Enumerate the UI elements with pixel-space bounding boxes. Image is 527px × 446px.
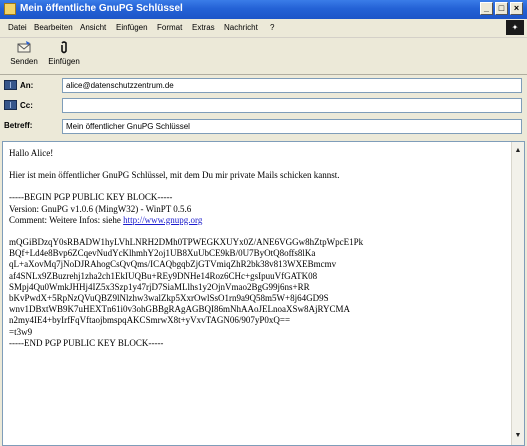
key-line: qL+aXovMq7jNoDJRAhogCsQvQms/ICAQbgqbZjGT… — [9, 259, 337, 270]
key-line: =t3w9 — [9, 326, 33, 337]
menu-ansicht[interactable]: Ansicht — [80, 23, 106, 32]
pgp-begin-line: -----BEGIN PGP PUBLIC KEY BLOCK----- — [9, 192, 173, 203]
address-book-icon — [4, 100, 17, 110]
menu-bearbeiten[interactable]: Bearbeiten — [34, 23, 73, 32]
subject-field[interactable]: Mein öffentlicher GnuPG Schlüssel — [62, 119, 522, 134]
key-line: BQf+Ld4e8Bvp6ZCqevNudYcKlhmhY2oj1UB8XuUb… — [9, 248, 316, 259]
maximize-button[interactable]: □ — [495, 2, 508, 15]
to-label-wrap[interactable]: An: — [4, 80, 33, 90]
key-line: af4SNLx9ZBuzrehj1zha2ch1EkIUQBu+REy9DNHe… — [9, 270, 318, 281]
to-label: An: — [20, 80, 34, 90]
title-bar[interactable]: Mein öffentliche GnuPG Schlüssel _ □ × — [0, 0, 527, 19]
pgp-end-line: -----END PGP PUBLIC KEY BLOCK----- — [9, 337, 164, 348]
menu-extras[interactable]: Extras — [192, 23, 215, 32]
message-body[interactable]: Hallo Alice! Hier ist mein öffentlicher … — [9, 148, 505, 349]
windows-logo-icon: ✦ — [506, 20, 524, 35]
pgp-comment-line: Comment: Weitere Infos: siehe http://www… — [9, 215, 505, 226]
key-line: SMpj4Qu0WmkJHHj4IZ5x3Szp1y47rjD7SiaMLlhs… — [9, 281, 310, 292]
paperclip-icon — [61, 41, 67, 54]
envelope-icon — [4, 3, 16, 15]
scroll-down-icon[interactable]: ▼ — [513, 431, 523, 441]
vertical-scrollbar[interactable]: ▲ ▼ — [511, 142, 524, 445]
send-label: Senden — [10, 57, 38, 66]
to-field[interactable]: alice@datenschutzzentrum.de — [62, 78, 522, 93]
key-line: bKvPwdX+5RpNzQVuQBZ9lNlzhw3walZkp5XxrOwl… — [9, 293, 329, 304]
menu-nachricht[interactable]: Nachricht — [224, 23, 258, 32]
message-header: An: alice@datenschutzzentrum.de Cc: Betr… — [0, 75, 527, 141]
subject-row: Betreff: Mein öffentlicher GnuPG Schlüss… — [0, 118, 527, 136]
insert-button[interactable]: Einfügen — [44, 41, 84, 66]
key-line: mQGiBDzqY0sRBADW1hyLVhLNRH2DMh0TPWEGKXUY… — [9, 237, 364, 248]
cc-row: Cc: — [0, 97, 527, 115]
comment-prefix: Comment: Weitere Infos: siehe — [9, 214, 124, 225]
address-book-icon — [4, 80, 17, 90]
scroll-up-icon[interactable]: ▲ — [513, 146, 523, 156]
menu-format[interactable]: Format — [157, 23, 182, 32]
send-button[interactable]: Senden — [4, 41, 44, 66]
window-title: Mein öffentliche GnuPG Schlüssel — [20, 3, 183, 14]
mail-compose-window: Mein öffentliche GnuPG Schlüssel _ □ × D… — [0, 0, 527, 446]
menu-datei[interactable]: Datei — [8, 23, 27, 32]
pgp-version-line: Version: GnuPG v1.0.6 (MingW32) - WinPT … — [9, 203, 192, 214]
cc-label: Cc: — [20, 100, 33, 110]
key-line: n2my4IE4+byIrfFqVftaojbmspqAKCSmrwX8t+yV… — [9, 315, 291, 326]
key-line: wnv1DBxtWB9K7uHEXTn61i0v3ohGBBgRAgAGBQI8… — [9, 304, 351, 315]
close-button[interactable]: × — [510, 2, 523, 15]
subject-label: Betreff: — [4, 121, 33, 130]
menu-bar: Datei Bearbeiten Ansicht Einfügen Format… — [0, 19, 527, 38]
cc-label-wrap[interactable]: Cc: — [4, 100, 33, 110]
insert-label: Einfügen — [48, 57, 80, 66]
minimize-button[interactable]: _ — [480, 2, 493, 15]
menu-einfuegen[interactable]: Einfügen — [116, 23, 148, 32]
menu-help[interactable]: ? — [270, 23, 274, 32]
send-icon — [17, 41, 31, 53]
greeting: Hallo Alice! — [9, 148, 54, 158]
toolbar: Senden Einfügen — [0, 38, 527, 75]
intro-text: Hier ist mein öffentlicher GnuPG Schlüss… — [9, 170, 340, 181]
to-row: An: alice@datenschutzzentrum.de — [0, 77, 527, 95]
cc-field[interactable] — [62, 98, 522, 113]
message-body-editor[interactable]: Hallo Alice! Hier ist mein öffentlicher … — [2, 141, 525, 446]
gnupg-link[interactable]: http://www.gnupg.org — [123, 215, 202, 225]
window-controls: _ □ × — [480, 2, 523, 15]
